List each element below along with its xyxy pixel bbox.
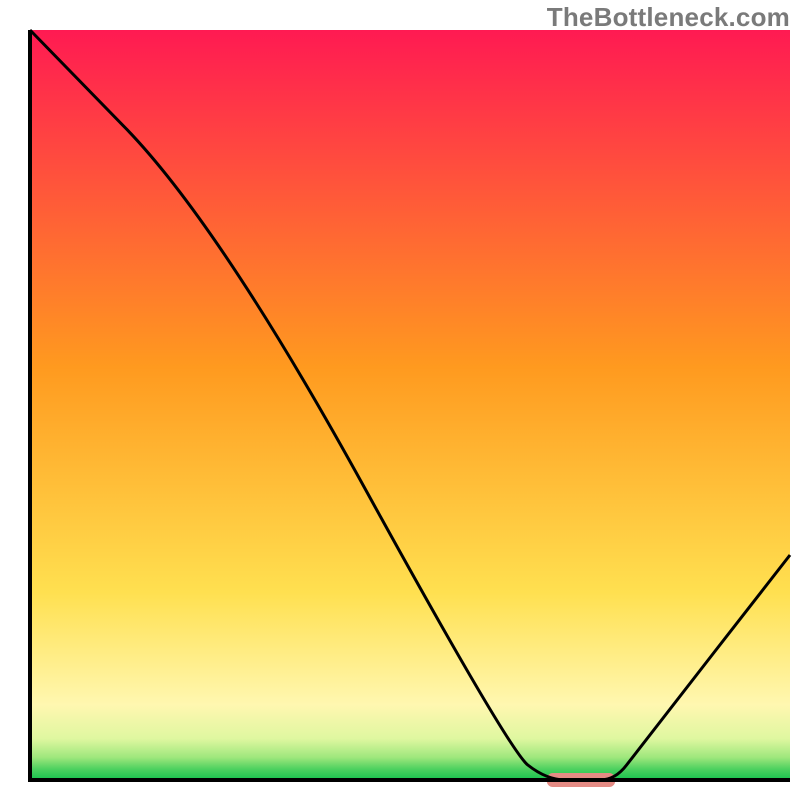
bottleneck-chart (0, 0, 800, 800)
chart-container: TheBottleneck.com (0, 0, 800, 800)
plot-background (30, 30, 790, 780)
watermark-text: TheBottleneck.com (547, 2, 790, 33)
